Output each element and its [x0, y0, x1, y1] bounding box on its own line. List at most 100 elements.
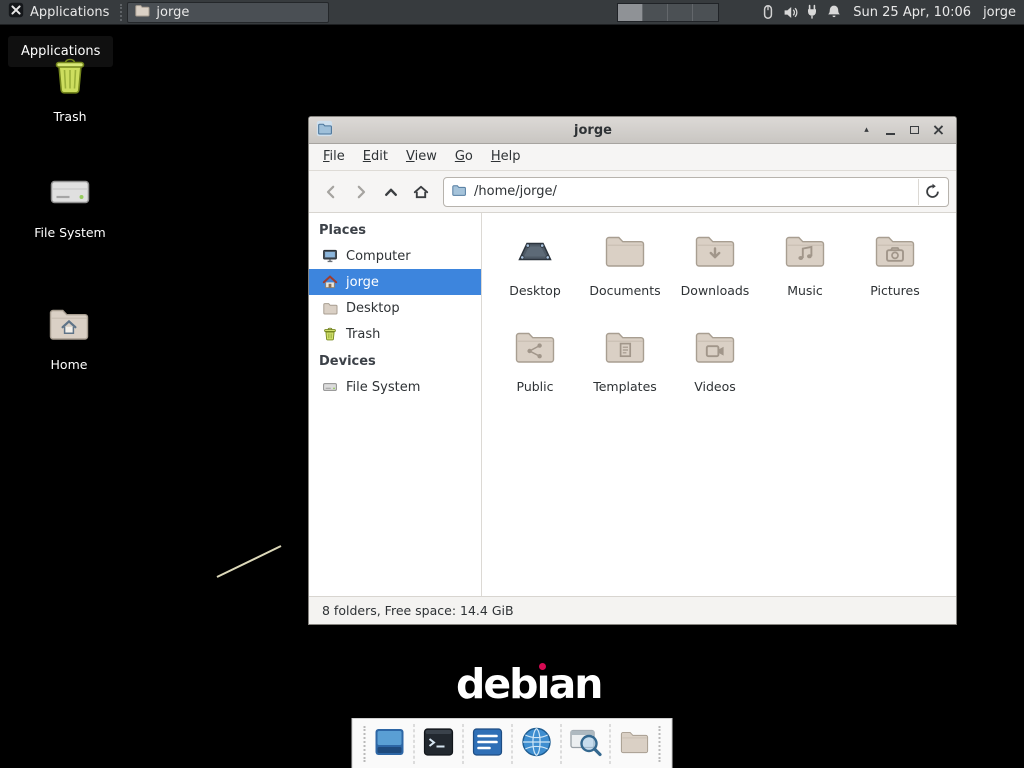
debian-logo-text: deb	[456, 660, 537, 708]
dock-launcher-list[interactable]	[467, 723, 509, 765]
minimize-icon	[886, 133, 895, 135]
window-titlebar[interactable]: jorge ▴ ×	[309, 117, 956, 144]
file-item-label: Videos	[694, 379, 736, 394]
path-input[interactable]	[467, 183, 915, 200]
menu-go[interactable]: Go	[446, 144, 482, 170]
workspace-2[interactable]	[643, 4, 668, 21]
folder-icon	[601, 227, 649, 279]
dock-separator	[561, 724, 562, 764]
file-item-documents[interactable]: Documents	[580, 223, 670, 319]
back-button[interactable]	[316, 177, 346, 207]
file-item-label: Pictures	[870, 283, 920, 298]
dock-separator	[414, 724, 415, 764]
dock-launcher-magnifier[interactable]	[565, 723, 607, 765]
dock-launcher-folder[interactable]	[614, 723, 656, 765]
file-manager-window: jorge ▴ × FileEditViewGoHelp	[308, 116, 957, 625]
notifications-bell-icon[interactable]	[823, 1, 845, 23]
file-item-videos[interactable]: Videos	[670, 319, 760, 415]
workspace-switcher[interactable]	[617, 3, 719, 22]
taskbar-window-label: jorge	[156, 5, 189, 20]
reload-button[interactable]	[918, 179, 945, 205]
globe-icon	[520, 725, 554, 763]
menu-view[interactable]: View	[397, 144, 446, 170]
sidebar-item-computer[interactable]: Computer	[309, 243, 481, 269]
forward-button[interactable]	[346, 177, 376, 207]
up-button[interactable]	[376, 177, 406, 207]
toolbar	[309, 171, 956, 213]
clock[interactable]: Sun 25 Apr, 10:06	[853, 5, 971, 20]
sidebar-item-desktop[interactable]: Desktop	[309, 295, 481, 321]
panel-username[interactable]: jorge	[983, 5, 1016, 20]
top-panel: Applications jorge Sun 25 Apr, 10:06	[0, 0, 1024, 25]
menu-file[interactable]: File	[314, 144, 354, 170]
home-icon	[322, 274, 338, 290]
volume-icon[interactable]	[779, 1, 801, 23]
window-icon	[373, 725, 407, 763]
sidebar-header-devices: Devices	[309, 347, 481, 374]
sidebar-header-places: Places	[309, 216, 481, 243]
home-button[interactable]	[406, 177, 436, 207]
menu-help[interactable]: Help	[482, 144, 530, 170]
window-content: PlacesComputerjorgeDesktopTrashDevicesFi…	[309, 213, 956, 596]
dock-launcher-terminal[interactable]	[418, 723, 460, 765]
sidebar-item-file-system[interactable]: File System	[309, 374, 481, 400]
window-icon	[316, 120, 333, 141]
file-item-public[interactable]: Public	[490, 319, 580, 415]
file-item-pictures[interactable]: Pictures	[850, 223, 940, 319]
dock-launcher-window[interactable]	[369, 723, 411, 765]
folder-videos-icon	[691, 323, 739, 375]
dock-separator	[610, 724, 611, 764]
applications-menu-label: Applications	[30, 5, 109, 20]
desktop-icon-file-system[interactable]: File System	[28, 168, 112, 240]
minimize-button[interactable]	[880, 120, 901, 141]
maximize-icon	[910, 126, 919, 134]
sidebar-item-label: Trash	[346, 327, 380, 342]
dock-launcher-globe[interactable]	[516, 723, 558, 765]
workspace-1[interactable]	[618, 4, 643, 21]
file-item-label: Desktop	[509, 283, 561, 298]
power-plug-icon[interactable]	[801, 1, 823, 23]
file-grid[interactable]: Desktop DocumentsDownloadsMusic Pictures Pu…	[482, 213, 956, 596]
desktop-background[interactable]: Applications jorge Sun 25 Apr, 10:06	[0, 0, 1024, 768]
workspace-3[interactable]	[668, 4, 693, 21]
trash-icon	[46, 52, 94, 104]
sidebar-item-jorge[interactable]: jorge	[309, 269, 481, 295]
status-bar: 8 folders, Free space: 14.4 GiB	[309, 596, 956, 624]
places-sidebar: PlacesComputerjorgeDesktop Trash DevicesFi…	[309, 213, 482, 596]
dock-separator	[512, 724, 513, 764]
taskbar-window-button[interactable]: jorge	[127, 2, 329, 23]
desktop-icon	[511, 227, 559, 279]
drive-icon	[322, 379, 338, 395]
file-item-desktop[interactable]: Desktop	[490, 223, 580, 319]
desktop-icon-trash[interactable]: Trash	[28, 52, 112, 124]
path-entry[interactable]	[443, 177, 949, 207]
folder-download-icon	[691, 227, 739, 279]
debian-red-dot	[539, 663, 546, 670]
xfce-logo-icon	[8, 2, 24, 22]
bottom-dock	[352, 718, 673, 768]
maximize-button[interactable]	[904, 120, 925, 141]
magnifier-icon	[569, 725, 603, 763]
file-item-templates[interactable]: Templates	[580, 319, 670, 415]
sidebar-item-trash[interactable]: Trash	[309, 321, 481, 347]
shade-button[interactable]: ▴	[856, 120, 877, 141]
drive-icon	[46, 168, 94, 220]
terminal-icon	[422, 725, 456, 763]
desktop-icon-label: Home	[51, 357, 88, 372]
file-item-downloads[interactable]: Downloads	[670, 223, 760, 319]
menu-edit[interactable]: Edit	[354, 144, 397, 170]
close-button[interactable]: ×	[928, 120, 949, 141]
file-item-music[interactable]: Music	[760, 223, 850, 319]
dock-handle	[364, 726, 366, 762]
dock-handle	[659, 726, 661, 762]
path-folder-icon	[451, 182, 467, 202]
tray-mouse-icon[interactable]	[757, 1, 779, 23]
workspace-4[interactable]	[693, 4, 718, 21]
status-text: 8 folders, Free space: 14.4 GiB	[322, 603, 514, 618]
menu-bar: FileEditViewGoHelp	[309, 144, 956, 171]
computer-icon	[322, 248, 338, 264]
applications-menu-button[interactable]: Applications	[0, 0, 117, 24]
desktop-icon-home[interactable]: Home	[27, 300, 111, 372]
home-folder-icon	[45, 300, 93, 352]
folder-icon	[618, 725, 652, 763]
